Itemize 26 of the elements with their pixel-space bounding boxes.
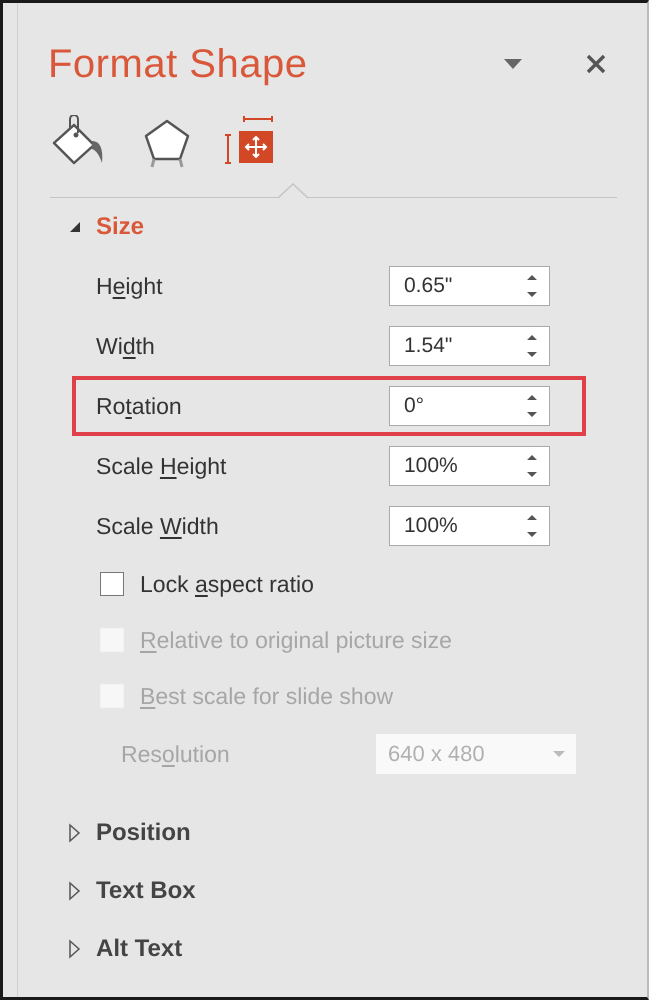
checkbox[interactable] xyxy=(100,572,124,596)
spinner-field[interactable]: 0.65" xyxy=(389,266,550,306)
dropdown-arrow-icon[interactable] xyxy=(503,58,523,70)
expand-triangle-icon[interactable] xyxy=(68,823,82,843)
field-label: Height xyxy=(96,272,164,300)
pane-title: Format Shape xyxy=(48,42,308,86)
collapse-triangle-icon[interactable] xyxy=(68,220,82,234)
spinner-field[interactable]: 1.54" xyxy=(389,326,550,366)
field-label: Scale Width xyxy=(96,512,220,540)
section-title[interactable]: Position xyxy=(96,819,191,847)
checkbox-label: Best scale for slide show xyxy=(140,682,394,710)
checkbox-label: Lock aspect ratio xyxy=(140,570,314,598)
checkbox-label: Relative to original picture size xyxy=(140,626,452,654)
spinner-field[interactable]: 0° xyxy=(389,386,550,426)
caret-icon xyxy=(552,750,566,758)
field-label: Scale Height xyxy=(96,452,228,480)
spinner-field[interactable]: 100% xyxy=(389,506,550,546)
expand-triangle-icon[interactable] xyxy=(68,881,82,901)
resolution-label: Resolution xyxy=(121,740,231,768)
field-label: Width xyxy=(96,332,156,360)
spinner-field[interactable]: 100% xyxy=(389,446,550,486)
section-title[interactable]: Text Box xyxy=(96,877,196,905)
expand-triangle-icon[interactable] xyxy=(68,939,82,959)
field-label: Rotation xyxy=(96,392,183,420)
close-icon[interactable] xyxy=(585,53,607,75)
section-title[interactable]: Alt Text xyxy=(96,935,182,963)
